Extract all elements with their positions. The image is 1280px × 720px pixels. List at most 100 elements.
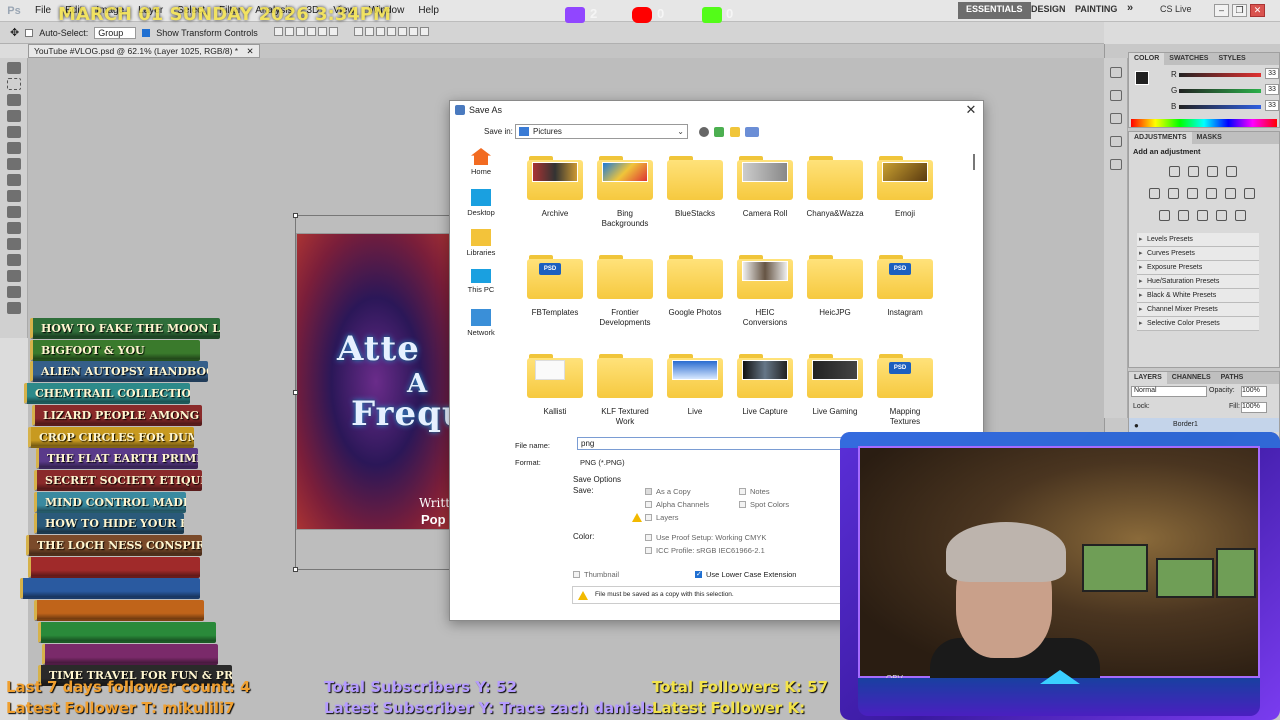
character-icon[interactable] [1109, 136, 1122, 147]
menu-help[interactable]: Help [411, 5, 446, 16]
folder-item[interactable]: Kallisti [524, 354, 586, 417]
preset-hue-saturation[interactable]: Hue/Saturation Presets [1137, 275, 1259, 289]
hue-saturation-icon[interactable] [1168, 188, 1179, 199]
notes-checkbox[interactable]: Notes [739, 487, 770, 496]
transform-handle[interactable] [293, 213, 298, 218]
history-icon[interactable] [1109, 90, 1122, 101]
icc-profile-checkbox[interactable]: ICC Profile: sRGB IEC61966-2.1 [645, 546, 765, 555]
dodge-tool-icon[interactable] [6, 270, 21, 282]
align-icons[interactable] [273, 27, 340, 38]
photo-filter-icon[interactable] [1225, 188, 1236, 199]
auto-select-checkbox[interactable] [25, 28, 34, 37]
layers-checkbox[interactable]: Layers [645, 513, 679, 522]
quick-select-tool-icon[interactable] [6, 110, 21, 122]
color-spectrum-bar[interactable] [1131, 119, 1277, 127]
folder-item[interactable]: PSD Mapping Textures [874, 354, 936, 427]
dialog-titlebar[interactable]: Save As ✕ [450, 101, 983, 119]
fill-input[interactable]: 100% [1241, 402, 1267, 413]
folder-item[interactable]: Live Capture [734, 354, 796, 417]
color-slider-g-value[interactable]: 33 [1265, 84, 1279, 95]
opacity-input[interactable]: 100% [1241, 386, 1267, 397]
place-libraries[interactable]: Libraries [464, 229, 498, 257]
file-name-input[interactable]: png [577, 437, 847, 450]
visibility-eye-icon[interactable]: ● [1134, 421, 1139, 430]
menu-file[interactable]: File [28, 5, 58, 16]
new-folder-icon[interactable] [730, 127, 740, 137]
color-balance-icon[interactable] [1187, 188, 1198, 199]
brush-tool-icon[interactable] [6, 174, 21, 186]
workspace-essentials-button[interactable]: ESSENTIALS [958, 2, 1031, 19]
auto-select-dropdown[interactable]: Group [94, 26, 137, 39]
preset-curves[interactable]: Curves Presets [1137, 247, 1259, 261]
tab-paths[interactable]: PATHS [1216, 372, 1249, 384]
black-white-icon[interactable] [1206, 188, 1217, 199]
folder-item[interactable]: Google Photos [664, 255, 726, 318]
place-desktop[interactable]: Desktop [464, 189, 498, 217]
up-folder-icon[interactable] [714, 127, 724, 137]
folder-item[interactable]: Bing Backgrounds [594, 156, 656, 229]
place-this-pc[interactable]: This PC [464, 269, 498, 294]
preset-exposure[interactable]: Exposure Presets [1137, 261, 1259, 275]
document-tab-close-icon[interactable]: ✕ [246, 46, 253, 56]
layer-row[interactable]: Border1 [1129, 418, 1279, 432]
place-home[interactable]: Home [464, 148, 498, 176]
cs-live-button[interactable]: CS Live [1160, 4, 1192, 14]
transform-bounding-box[interactable] [293, 213, 455, 572]
preset-channel-mixer[interactable]: Channel Mixer Presets [1137, 303, 1259, 317]
workspace-more-button[interactable]: » [1127, 2, 1133, 14]
show-transform-checkbox[interactable] [142, 28, 151, 37]
use-proof-setup-checkbox[interactable]: Use Proof Setup: Working CMYK [645, 533, 766, 542]
preset-selective-color[interactable]: Selective Color Presets [1137, 317, 1259, 331]
color-slider-g[interactable]: G 33 [1129, 83, 1280, 99]
tab-layers[interactable]: LAYERS [1129, 372, 1167, 384]
curves-icon[interactable] [1207, 166, 1218, 177]
tab-color[interactable]: COLOR [1129, 53, 1165, 65]
folder-item[interactable]: Frontier Developments [594, 255, 656, 328]
thumbnail-checkbox[interactable]: Thumbnail [573, 570, 619, 579]
move-tool-icon[interactable] [6, 62, 21, 74]
format-dropdown[interactable]: PNG (*.PNG) [577, 456, 847, 469]
restore-button[interactable]: ❐ [1232, 4, 1247, 17]
transform-handle[interactable] [293, 567, 298, 572]
folder-item[interactable]: PSD Instagram [874, 255, 936, 318]
workspace-painting-button[interactable]: PAINTING [1075, 4, 1117, 14]
folder-item[interactable]: PSD FBTemplates [524, 255, 586, 318]
save-in-dropdown[interactable]: Pictures ⌄ [515, 124, 688, 139]
healing-tool-icon[interactable] [6, 158, 21, 170]
channel-mixer-icon[interactable] [1244, 188, 1255, 199]
color-slider-r-value[interactable]: 33 [1265, 68, 1279, 79]
lasso-tool-icon[interactable] [6, 94, 21, 106]
levels-icon[interactable] [1188, 166, 1199, 177]
crop-tool-icon[interactable] [6, 126, 21, 138]
eyedropper-tool-icon[interactable] [6, 142, 21, 154]
transform-handle[interactable] [293, 390, 298, 395]
preset-levels[interactable]: Levels Presets [1137, 233, 1259, 247]
folder-item[interactable]: Live Gaming [804, 354, 866, 417]
spot-colors-checkbox[interactable]: Spot Colors [739, 500, 789, 509]
folder-item[interactable]: Camera Roll [734, 156, 796, 219]
tab-masks[interactable]: MASKS [1192, 132, 1227, 144]
tab-adjustments[interactable]: ADJUSTMENTS [1129, 132, 1192, 144]
close-icon[interactable]: ✕ [964, 101, 978, 119]
distribute-icons[interactable] [353, 27, 431, 38]
move-tool-icon[interactable]: ✥ [10, 26, 19, 39]
gradient-tool-icon[interactable] [6, 238, 21, 250]
blur-tool-icon[interactable] [6, 254, 21, 266]
view-menu-icon[interactable] [745, 127, 759, 137]
folder-item[interactable]: Chanya&Wazza [804, 156, 866, 219]
histogram-icon[interactable] [1109, 67, 1122, 78]
color-slider-b-value[interactable]: 33 [1265, 100, 1279, 111]
pen-tool-icon[interactable] [6, 286, 21, 298]
clone-stamp-tool-icon[interactable] [6, 190, 21, 202]
tab-channels[interactable]: CHANNELS [1167, 372, 1216, 384]
folder-item[interactable]: KLF Textured Work [594, 354, 656, 427]
exposure-icon[interactable] [1226, 166, 1237, 177]
blend-mode-dropdown[interactable]: Normal [1131, 386, 1207, 397]
preset-black-white[interactable]: Black & White Presets [1137, 289, 1259, 303]
folder-item[interactable]: Live [664, 354, 726, 417]
eraser-tool-icon[interactable] [6, 222, 21, 234]
lower-case-extension-checkbox[interactable]: Use Lower Case Extension [695, 570, 796, 579]
color-slider-b-track[interactable] [1179, 105, 1261, 109]
back-icon[interactable] [699, 127, 709, 137]
posterize-icon[interactable] [1178, 210, 1189, 221]
